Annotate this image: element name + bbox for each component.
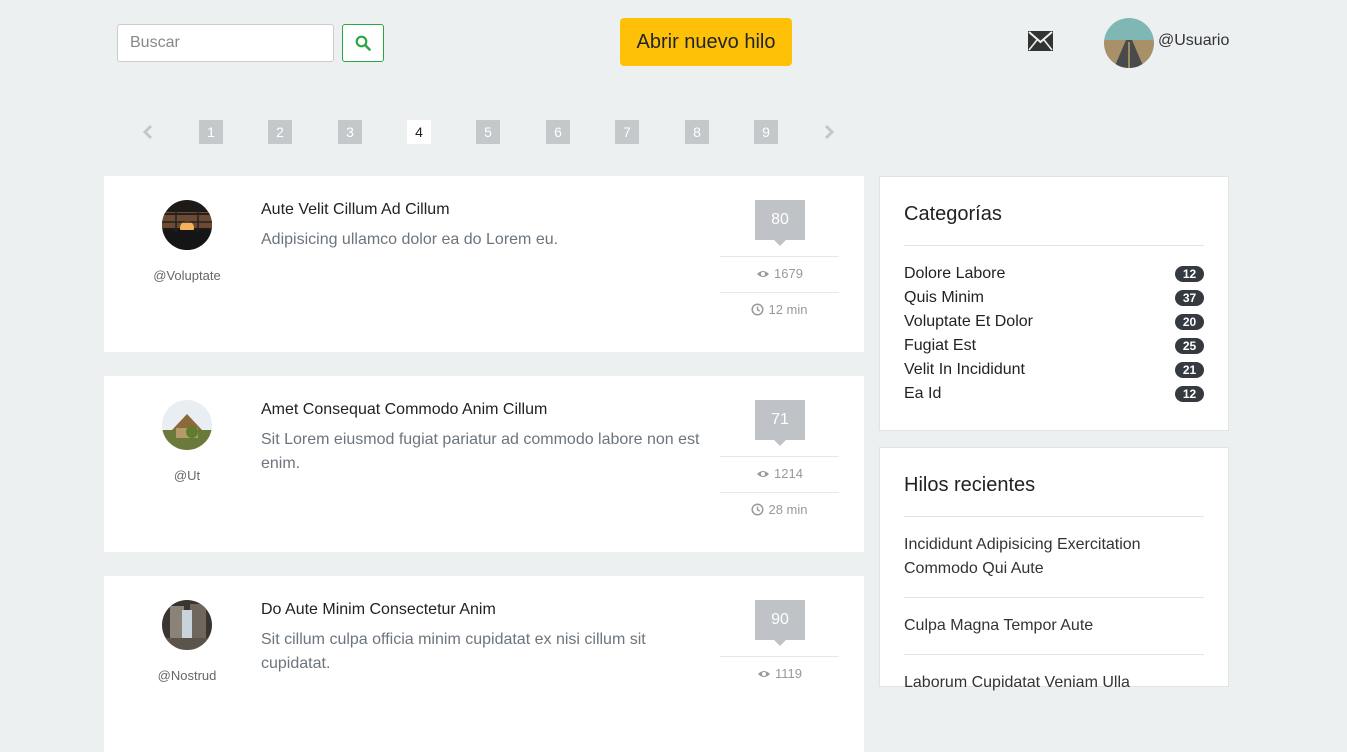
view-count-value: 1214	[774, 466, 803, 481]
page-4-current[interactable]: 4	[407, 120, 431, 144]
author-name[interactable]: @Voluptate	[104, 268, 270, 283]
thread-excerpt: Adipisicing ullamco dolor ea do Lorem eu…	[261, 231, 559, 248]
reply-count: 71	[755, 400, 805, 446]
category-count-badge: 21	[1175, 362, 1204, 378]
page-2[interactable]: 2	[268, 120, 292, 144]
thread-excerpt: Sit cillum culpa officia minim cupidatat…	[261, 631, 646, 672]
category-name[interactable]: Ea Id	[904, 385, 941, 403]
thread-excerpt: Sit Lorem eiusmod fugiat pariatur ad com…	[261, 431, 700, 472]
thread-card[interactable]: @Nostrud Do Aute Minim Consectetur Anim …	[104, 576, 864, 752]
recent-thread-link[interactable]: Laborum Cupidatat Veniam Ulla	[904, 671, 1194, 695]
eye-icon	[757, 270, 770, 277]
new-thread-button[interactable]: Abrir nuevo hilo	[620, 18, 792, 66]
clock-icon	[751, 303, 765, 316]
category-name[interactable]: Dolore Labore	[904, 265, 1005, 283]
reply-count: 80	[755, 200, 805, 246]
category-count-badge: 20	[1175, 314, 1204, 330]
time-ago: 12 min	[720, 302, 839, 317]
category-count-badge: 25	[1175, 338, 1204, 354]
category-item[interactable]: Velit In Incididunt 21	[904, 358, 1204, 382]
reply-count: 90	[755, 600, 805, 646]
category-item[interactable]: Fugiat Est 25	[904, 334, 1204, 358]
divider	[904, 516, 1204, 517]
divider	[720, 656, 839, 657]
thread-title[interactable]: Amet Consequat Commodo Anim Cillum	[261, 401, 547, 419]
mail-icon[interactable]	[1028, 31, 1053, 51]
divider	[720, 456, 839, 457]
page-7[interactable]: 7	[615, 120, 639, 144]
categories-title: Categorías	[904, 203, 1002, 225]
page-5[interactable]: 5	[476, 120, 500, 144]
time-ago-value: 28 min	[768, 502, 808, 517]
recent-threads-title: Hilos recientes	[904, 474, 1036, 496]
clock-icon	[751, 503, 765, 516]
eye-icon	[758, 670, 770, 677]
pagination: 1 2 3 4 5 6 7 8 9	[0, 120, 900, 144]
thread-card[interactable]: @Voluptate Aute Velit Cillum Ad Cillum A…	[104, 176, 864, 352]
page-6[interactable]: 6	[546, 120, 570, 144]
search-button[interactable]	[342, 24, 384, 62]
category-item[interactable]: Ea Id 12	[904, 382, 1204, 406]
divider	[720, 292, 839, 293]
author-avatar[interactable]	[162, 400, 212, 450]
category-name[interactable]: Quis Minim	[904, 289, 984, 307]
category-item[interactable]: Voluptate Et Dolor 20	[904, 310, 1204, 334]
divider	[720, 256, 839, 257]
divider	[904, 654, 1204, 655]
thread-title[interactable]: Aute Velit Cillum Ad Cillum	[261, 201, 450, 219]
category-count-badge: 12	[1175, 266, 1204, 282]
category-name[interactable]: Voluptate Et Dolor	[904, 313, 1033, 331]
chevron-right-icon[interactable]	[822, 123, 836, 141]
category-count-badge: 12	[1175, 386, 1204, 402]
divider	[904, 597, 1204, 598]
page-3[interactable]: 3	[338, 120, 362, 144]
page-1[interactable]: 1	[199, 120, 223, 144]
author-name[interactable]: @Ut	[104, 468, 270, 483]
view-count: 1214	[720, 466, 839, 481]
divider	[904, 245, 1204, 246]
chevron-left-icon[interactable]	[141, 123, 155, 141]
recent-thread-link[interactable]: Culpa Magna Tempor Aute	[904, 614, 1194, 638]
user-name[interactable]: @Usuario	[1158, 32, 1229, 50]
recent-thread-link[interactable]: Incididunt Adipisicing Exercitation Comm…	[904, 533, 1194, 581]
author-avatar[interactable]	[162, 200, 212, 250]
search-input[interactable]	[117, 24, 334, 62]
view-count-value: 1679	[774, 266, 803, 281]
view-count: 1679	[720, 266, 839, 281]
author-name[interactable]: @Nostrud	[104, 668, 270, 683]
search-icon	[355, 35, 371, 51]
category-name[interactable]: Fugiat Est	[904, 337, 976, 355]
time-ago-value: 12 min	[768, 302, 808, 317]
page-8[interactable]: 8	[685, 120, 709, 144]
category-item[interactable]: Quis Minim 37	[904, 286, 1204, 310]
view-count-value: 1119	[775, 666, 802, 681]
thread-card[interactable]: @Ut Amet Consequat Commodo Anim Cillum S…	[104, 376, 864, 552]
recent-threads-panel: Hilos recientes Incididunt Adipisicing E…	[879, 447, 1229, 691]
view-count: 1119	[720, 666, 839, 681]
eye-icon	[757, 470, 770, 477]
category-name[interactable]: Velit In Incididunt	[904, 361, 1025, 379]
thread-title[interactable]: Do Aute Minim Consectetur Anim	[261, 601, 496, 619]
user-avatar[interactable]	[1104, 18, 1154, 68]
categories-panel: Categorías Dolore Labore 12 Quis Minim 3…	[879, 176, 1229, 431]
author-avatar[interactable]	[162, 600, 212, 650]
time-ago: 28 min	[720, 502, 839, 517]
category-item[interactable]: Dolore Labore 12	[904, 262, 1204, 286]
category-count-badge: 37	[1175, 290, 1204, 306]
page-9[interactable]: 9	[754, 120, 778, 144]
divider	[720, 492, 839, 493]
